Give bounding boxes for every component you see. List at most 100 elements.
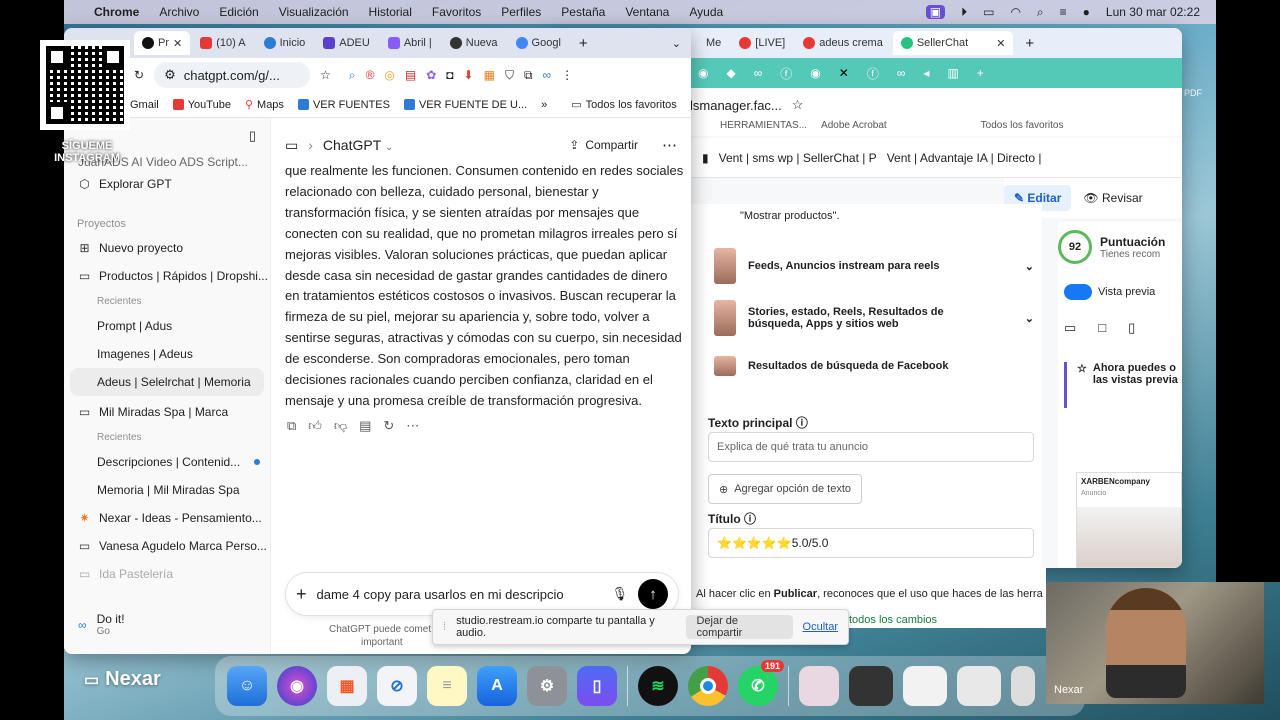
screen-share-status-icon[interactable]: ▣ bbox=[925, 5, 946, 19]
close-icon[interactable]: ✕ bbox=[839, 66, 849, 80]
spotify-app-icon[interactable]: ≋ bbox=[638, 666, 678, 706]
tab-search-icon[interactable]: ⌄ bbox=[672, 37, 681, 50]
battery-icon[interactable]: ▭ bbox=[983, 5, 994, 19]
phone-preview-icon[interactable]: ▯ bbox=[1128, 320, 1135, 336]
info-icon[interactable]: ⓘ bbox=[796, 416, 808, 430]
breadcrumb-campaign[interactable]: Vent | sms wp | SellerChat | P bbox=[719, 151, 877, 165]
extension-download-icon[interactable]: ⬇ bbox=[464, 68, 474, 82]
breadcrumb-adset[interactable]: Vent | Advantaje IA | Directo | bbox=[887, 151, 1042, 165]
new-tab-icon[interactable]: + bbox=[1025, 35, 1034, 52]
menu-app-name[interactable]: Chrome bbox=[94, 5, 139, 19]
folder-icon[interactable]: ▭ bbox=[285, 137, 298, 154]
menu-edicion[interactable]: Edición bbox=[219, 5, 258, 19]
more-icon[interactable]: ⋯ bbox=[406, 418, 419, 434]
whatsapp-app-icon[interactable]: ✆ 191 bbox=[738, 660, 784, 706]
thumbs-down-icon[interactable]: 👎︎ bbox=[334, 418, 347, 434]
microphone-icon[interactable]: 🎙︎ bbox=[611, 586, 628, 602]
add-attachment-icon[interactable]: + bbox=[296, 584, 307, 605]
toggle-sidebar-icon[interactable]: ▯ bbox=[249, 128, 256, 144]
play-icon[interactable]: ⏵ bbox=[961, 5, 967, 20]
tab-youtube[interactable]: (10) A bbox=[192, 31, 253, 55]
more-options-icon[interactable]: ⋯ bbox=[662, 136, 677, 154]
meta-icon-2[interactable]: ∞ bbox=[897, 66, 906, 80]
address-bar[interactable]: ⚙ chatgpt.com/g/... bbox=[154, 62, 311, 88]
bookmark-ver-fuentes[interactable]: VER FUENTES bbox=[297, 99, 390, 111]
recent-window-thumbnail[interactable] bbox=[957, 666, 1001, 706]
safari-app-icon[interactable]: ⊘ bbox=[377, 666, 417, 706]
sidebar-project-vanesa[interactable]: ▭ Vanesa Agudelo Marca Perso... bbox=[64, 532, 270, 560]
sidebar-project-mil-miradas[interactable]: ▭ Mil Miradas Spa | Marca bbox=[64, 398, 270, 426]
extension-r-icon[interactable]: ® bbox=[366, 68, 375, 82]
extension-circle-icon[interactable]: ◎ bbox=[384, 68, 394, 82]
bookmark-all[interactable]: Todos los favoritos bbox=[981, 120, 1064, 131]
drag-handle-icon[interactable]: ⁞ bbox=[443, 621, 446, 633]
recent-window-thumbnail[interactable] bbox=[849, 666, 893, 706]
bookmark-herramientas[interactable]: HERRAMIENTAS... bbox=[720, 120, 807, 131]
facebook-icon-2[interactable]: ⓕ bbox=[867, 65, 879, 82]
extension-pdf-icon[interactable]: ▤ bbox=[405, 68, 416, 82]
sidebar-chat-memoria-mil-miradas[interactable]: Memoria | Mil Miradas Spa bbox=[64, 476, 270, 504]
tab-adeus-crema[interactable]: adeus crema bbox=[795, 31, 891, 55]
share-button[interactable]: ⇪ Compartir bbox=[569, 138, 638, 152]
menu-perfiles[interactable]: Perfiles bbox=[501, 5, 541, 19]
thumbs-up-icon[interactable]: 👍︎ bbox=[308, 418, 322, 434]
square-preview-icon[interactable]: □ bbox=[1098, 320, 1106, 336]
sidebar-chat-descripciones[interactable]: Descripciones | Contenid... bbox=[64, 448, 270, 476]
tab-live[interactable]: [LIVE] bbox=[731, 31, 793, 55]
bookmark-star-icon[interactable]: ☆ bbox=[320, 68, 331, 82]
all-changes-link[interactable]: todos los cambios bbox=[849, 614, 937, 626]
primary-text-input[interactable]: Explica de qué trata tu anuncio bbox=[708, 432, 1034, 462]
site-settings-icon[interactable]: ⚙ bbox=[164, 67, 176, 83]
tab-sellerchat[interactable]: SellerChat ✕ bbox=[892, 31, 1014, 55]
bookmark-star-icon[interactable]: ☆ bbox=[792, 97, 804, 113]
close-tab-icon[interactable]: ✕ bbox=[996, 37, 1005, 50]
menu-favoritos[interactable]: Favoritos bbox=[432, 5, 481, 19]
launchpad-app-icon[interactable]: ▦ bbox=[327, 666, 367, 706]
trash-icon[interactable] bbox=[1011, 666, 1035, 706]
pdf-icon[interactable]: ▥ bbox=[947, 66, 958, 80]
tab-google[interactable]: Googl bbox=[508, 31, 569, 55]
user-icon[interactable]: ● bbox=[1083, 5, 1090, 19]
sidebar-project-productos[interactable]: ▭ Productos | Rápidos | Dropshi... bbox=[64, 262, 270, 290]
toggle-switch[interactable] bbox=[1064, 284, 1092, 300]
chevron-down-icon[interactable]: ⌄ bbox=[1025, 312, 1034, 325]
github-icon[interactable]: ◉ bbox=[698, 66, 708, 80]
search-icon[interactable]: ⌕ bbox=[1037, 5, 1044, 20]
stop-sharing-button[interactable]: Dejar de compartir bbox=[686, 615, 793, 639]
app-store-app-icon[interactable]: A bbox=[477, 666, 517, 706]
sidebar-new-project[interactable]: ⊞ Nuevo proyecto bbox=[64, 234, 270, 262]
add-text-option-button[interactable]: ⊕ Agregar opción de texto bbox=[708, 474, 863, 504]
close-tab-icon[interactable]: ✕ bbox=[173, 37, 182, 50]
placement-row-search[interactable]: Resultados de búsqueda de Facebook bbox=[714, 356, 1034, 376]
tab-chatgpt[interactable]: Pr ✕ bbox=[134, 31, 191, 55]
recent-thumbnail-icon[interactable] bbox=[799, 666, 839, 706]
chrome-app-icon[interactable] bbox=[688, 666, 728, 706]
menu-historial[interactable]: Historial bbox=[369, 5, 412, 19]
sidebar-project-ida[interactable]: ▭ Ida Pastelería bbox=[64, 560, 270, 588]
reload-icon[interactable]: ↻ bbox=[134, 68, 144, 82]
profile-icon[interactable]: ∞ bbox=[543, 68, 552, 82]
new-tab-icon[interactable]: + bbox=[579, 35, 588, 52]
tab-nueva[interactable]: Nueva bbox=[442, 31, 506, 55]
menu-ayuda[interactable]: Ayuda bbox=[689, 5, 723, 19]
send-button[interactable]: ↑ bbox=[638, 579, 668, 609]
github-icon-2[interactable]: ◉ bbox=[810, 66, 820, 80]
tab-inicio[interactable]: Inicio bbox=[256, 31, 314, 55]
model-selector[interactable]: ChatGPT ⌄ bbox=[323, 137, 393, 153]
info-icon[interactable]: ⓘ bbox=[744, 512, 756, 526]
audio-icon[interactable]: ◂ bbox=[923, 66, 929, 80]
wifi-icon[interactable]: ◠ bbox=[1010, 5, 1020, 19]
sidebar-project-nexar-ideas[interactable]: ✷ Nexar - Ideas - Pensamiento... bbox=[64, 504, 270, 532]
url-text[interactable]: chatgpt.com/g/... bbox=[184, 68, 280, 83]
hide-share-bar-link[interactable]: Ocultar bbox=[803, 621, 838, 633]
bookmark-youtube[interactable]: YouTube bbox=[172, 99, 231, 111]
bookmark-maps[interactable]: ⚲ Maps bbox=[245, 98, 284, 112]
more-bookmarks-icon[interactable]: » bbox=[541, 99, 547, 111]
preview-toggle[interactable]: Vista previa bbox=[1064, 284, 1155, 300]
extension-search-icon[interactable]: ⌕ bbox=[349, 68, 356, 83]
desktop-preview-icon[interactable]: ▭ bbox=[1064, 320, 1076, 336]
extension-camera-icon[interactable]: ◘ bbox=[446, 68, 453, 82]
system-settings-app-icon[interactable]: ⚙ bbox=[527, 666, 567, 706]
regenerate-icon[interactable]: ↻ bbox=[383, 418, 394, 434]
extension-flower-icon[interactable]: ✿ bbox=[426, 68, 436, 82]
